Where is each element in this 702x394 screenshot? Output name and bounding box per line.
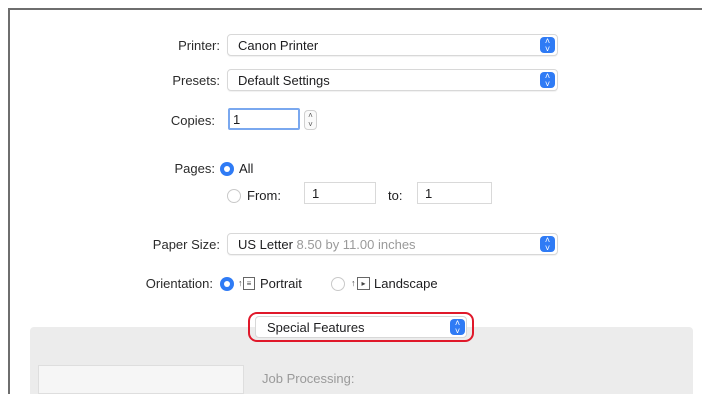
presets-label: Presets: — [172, 73, 220, 88]
chevron-updown-icon: ˄ ˅ — [540, 37, 555, 54]
landscape-icon: ▸ — [357, 277, 370, 290]
chevron-updown-icon: ˄ ˅ — [540, 236, 555, 253]
paper-size-label: Paper Size: — [152, 237, 220, 252]
job-processing-label: Job Processing: — [262, 371, 355, 386]
presets-value: Default Settings — [238, 73, 330, 88]
printer-value: Canon Printer — [238, 38, 319, 53]
paper-size-select[interactable]: US Letter 8.50 by 11.00 inches ˄ ˅ — [227, 233, 558, 255]
pages-from-value: 1 — [312, 186, 320, 201]
pages-from-field[interactable]: 1 — [304, 182, 376, 204]
orientation-landscape-label: Landscape — [374, 276, 438, 291]
printer-label: Printer: — [178, 38, 220, 53]
pages-from-label: From: — [247, 188, 281, 203]
arrow-icon: ↑ — [238, 278, 243, 288]
preview-thumbnail — [38, 365, 244, 394]
presets-select[interactable]: Default Settings ˄ ˅ — [227, 69, 558, 91]
copies-field[interactable]: 1 — [228, 108, 300, 130]
orientation-portrait-label: Portrait — [260, 276, 302, 291]
paper-size-detail: 8.50 by 11.00 inches — [296, 237, 416, 252]
printer-select[interactable]: Canon Printer ˄ ˅ — [227, 34, 558, 56]
copies-stepper[interactable]: ˄ ˅ — [304, 110, 317, 130]
pages-all-label: All — [239, 161, 254, 176]
orientation-landscape-radio[interactable] — [331, 277, 345, 291]
pages-to-label: to: — [388, 188, 403, 203]
pages-to-value: 1 — [425, 186, 433, 201]
chevron-updown-icon: ˄ ˅ — [540, 72, 555, 89]
portrait-icon: ≡ — [243, 277, 255, 290]
paper-size-value: US Letter — [238, 237, 293, 252]
orientation-portrait-radio[interactable] — [220, 277, 234, 291]
copies-value: 1 — [233, 112, 241, 127]
highlight-outline — [248, 312, 474, 342]
pages-label: Pages: — [174, 161, 215, 176]
arrow-icon: ↑ — [351, 278, 356, 288]
pages-to-field[interactable]: 1 — [417, 182, 492, 204]
pages-all-radio[interactable] — [220, 162, 234, 176]
orientation-label: Orientation: — [145, 276, 213, 291]
pages-from-radio[interactable] — [227, 189, 241, 203]
copies-label: Copies: — [170, 113, 215, 128]
